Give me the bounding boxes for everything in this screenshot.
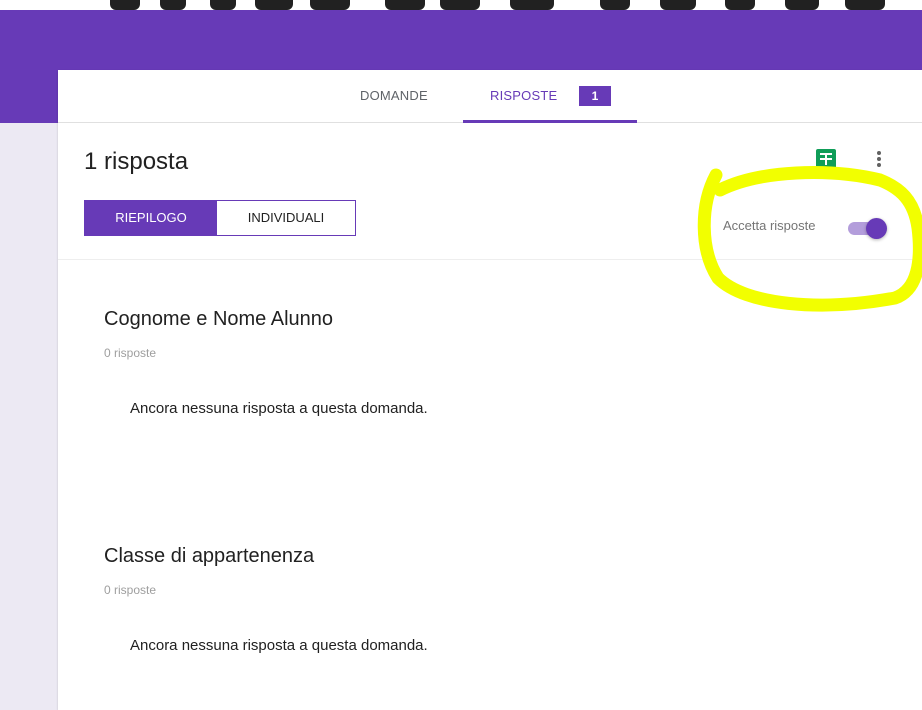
section-divider <box>58 259 922 260</box>
sheets-icon[interactable] <box>816 149 836 169</box>
top-page-strip <box>0 0 922 10</box>
accept-responses-label: Accetta risposte <box>723 218 816 233</box>
question-response-count: 0 risposte <box>104 583 157 597</box>
tab-bar: DOMANDE RISPOSTE 1 <box>58 70 922 123</box>
toggle-knob <box>866 218 887 239</box>
tab-responses-label: RISPOSTE <box>490 88 558 103</box>
responses-card: DOMANDE RISPOSTE 1 1 risposta RIEPILOGO … <box>58 70 922 710</box>
question-title: Cognome e Nome Alunno <box>104 308 334 330</box>
response-count-title: 1 risposta <box>84 148 189 175</box>
view-toggle: RIEPILOGO INDIVIDUALI <box>84 200 356 236</box>
cropped-text-fragments <box>110 0 885 10</box>
response-count-badge: 1 <box>579 86 611 106</box>
active-tab-indicator <box>463 120 637 123</box>
question-title: Classe di appartenenza <box>104 545 315 567</box>
question-response-count: 0 risposte <box>104 346 157 360</box>
no-responses-message: Ancora nessuna risposta a questa domanda… <box>130 400 428 417</box>
no-responses-message: Ancora nessuna risposta a questa domanda… <box>130 637 428 654</box>
tab-questions[interactable]: DOMANDE <box>360 70 428 122</box>
tab-responses[interactable]: RISPOSTE 1 <box>463 70 637 123</box>
accept-responses-toggle[interactable] <box>846 215 890 239</box>
summary-view-button[interactable]: RIEPILOGO <box>85 201 217 235</box>
more-vert-icon[interactable] <box>866 146 892 172</box>
individual-view-button[interactable]: INDIVIDUALI <box>217 201 355 235</box>
